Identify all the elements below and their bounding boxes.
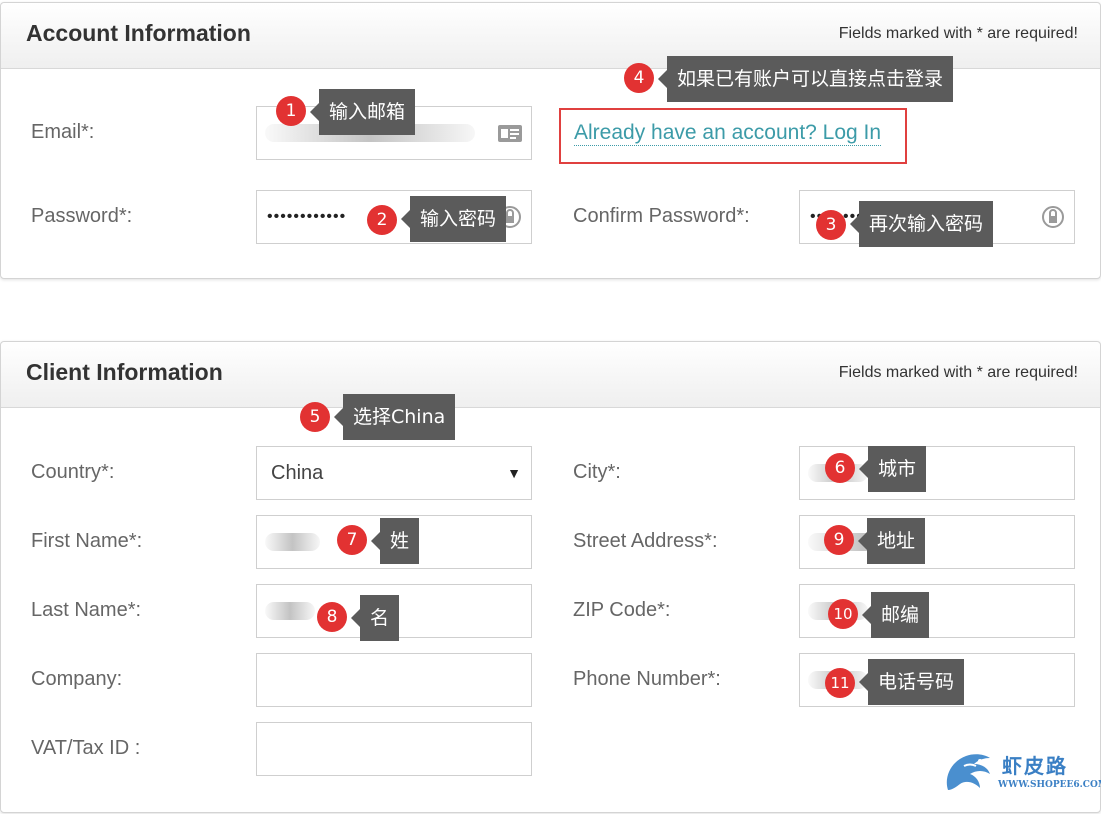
- client-panel-title: Client Information: [26, 359, 223, 385]
- password-masked-value: ••••••••••••: [267, 208, 347, 225]
- first-name-blurred-value: [265, 533, 320, 551]
- dropdown-arrow-icon: ▼: [507, 465, 521, 481]
- login-link[interactable]: Already have an account? Log In: [574, 121, 882, 146]
- account-panel-title: Account Information: [26, 20, 251, 46]
- annotation-tooltip-2: 输入密码: [400, 196, 507, 242]
- country-label: Country*:: [31, 461, 115, 483]
- annotation-marker-3: 3: [816, 210, 846, 240]
- annotation-marker-11: 11: [825, 668, 855, 698]
- watermark-logo: 虾皮路 WWW.SHOPEE6.COM: [940, 748, 1101, 800]
- annotation-tooltip-8: 名: [350, 595, 400, 641]
- annotation-tooltip-3: 再次输入密码: [849, 201, 994, 247]
- client-required-note: Fields marked with * are required!: [838, 364, 1078, 381]
- annotation-tooltip-11: 电话号码: [858, 659, 965, 705]
- last-name-blurred-value: [265, 602, 315, 620]
- annotation-marker-1: 1: [276, 96, 306, 126]
- city-label: City*:: [573, 461, 621, 483]
- country-select[interactable]: China ▼: [256, 446, 532, 500]
- annotation-marker-5: 5: [300, 402, 330, 432]
- annotation-tooltip-1: 输入邮箱: [309, 89, 416, 135]
- annotation-tooltip-10: 邮编: [861, 592, 930, 638]
- watermark-title: 虾皮路: [1002, 754, 1068, 778]
- annotation-tooltip-5: 选择China: [333, 394, 456, 440]
- annotation-tooltip-7: 姓: [370, 518, 420, 564]
- first-name-label: First Name*:: [31, 530, 143, 552]
- dragon-logo-icon: [946, 754, 990, 790]
- login-highlight-box: Already have an account? Log In: [559, 108, 907, 164]
- password-label: Password*:: [31, 205, 133, 227]
- annotation-tooltip-4: 如果已有账户可以直接点击登录: [657, 56, 954, 102]
- phone-number-label: Phone Number*:: [573, 668, 721, 690]
- company-label: Company:: [31, 668, 123, 690]
- annotation-marker-4: 4: [624, 63, 654, 93]
- annotation-marker-6: 6: [825, 453, 855, 483]
- annotation-marker-9: 9: [824, 525, 854, 555]
- contact-card-icon: [498, 125, 522, 142]
- vat-tax-id-input[interactable]: [256, 722, 532, 776]
- annotation-marker-8: 8: [317, 602, 347, 632]
- client-panel-header: Client Information Fields marked with * …: [1, 342, 1100, 408]
- annotation-marker-2: 2: [367, 205, 397, 235]
- street-address-label: Street Address*:: [573, 530, 718, 552]
- annotation-tooltip-9: 地址: [857, 518, 926, 564]
- account-required-note: Fields marked with * are required!: [838, 25, 1078, 42]
- company-input[interactable]: [256, 653, 532, 707]
- annotation-marker-7: 7: [337, 525, 367, 555]
- vat-tax-id-label: VAT/Tax ID :: [31, 737, 141, 759]
- watermark-url: WWW.SHOPEE6.COM: [998, 780, 1101, 790]
- country-selected-value: China: [271, 462, 324, 484]
- zip-code-label: ZIP Code*:: [573, 599, 671, 621]
- confirm-password-label: Confirm Password*:: [573, 205, 750, 227]
- annotation-marker-10: 10: [828, 599, 858, 629]
- client-information-panel: Client Information Fields marked with * …: [0, 341, 1101, 813]
- last-name-label: Last Name*:: [31, 599, 142, 621]
- annotation-tooltip-6: 城市: [858, 446, 927, 492]
- confirm-password-lock-icon: [1042, 206, 1064, 228]
- email-label: Email*:: [31, 121, 95, 143]
